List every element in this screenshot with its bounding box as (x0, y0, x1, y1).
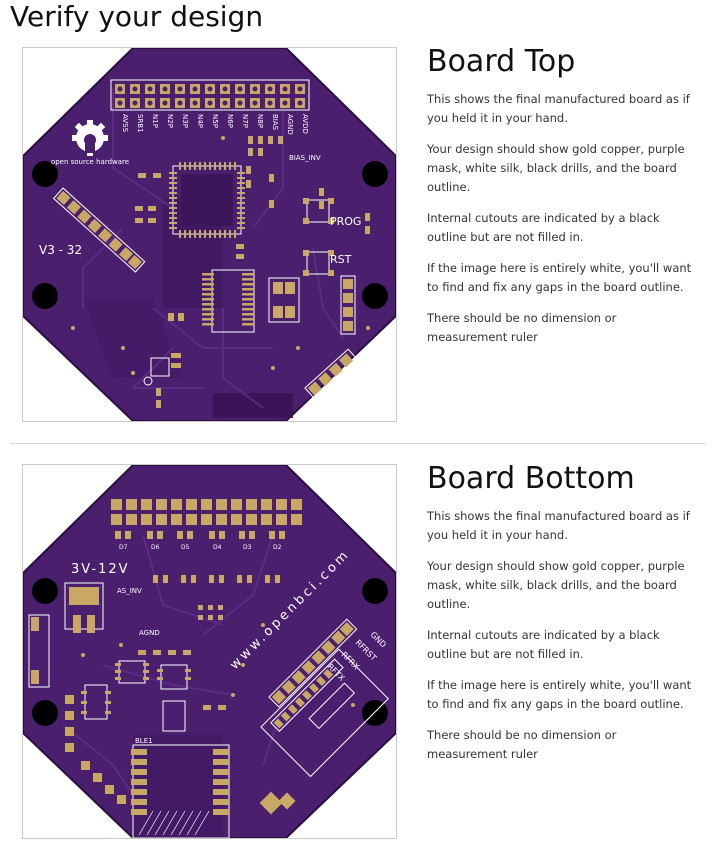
board-bottom-render: D7 D6 D5 D4 D3 D2 3V-12V AS_INV AGND www… (23, 465, 396, 838)
board-top-render: AVSS SRB1 N1P N2P N3P N4P N5P N6P N7P N8… (23, 48, 396, 421)
section-heading: Board Top (427, 44, 576, 79)
ble-label: BLE1 (135, 737, 153, 745)
description-paragraph: Internal cutouts are indicated by a blac… (427, 211, 660, 244)
description-paragraph: Your design should show gold copper, pur… (427, 142, 685, 194)
description-paragraph: There should be no dimension or measurem… (427, 311, 617, 344)
header-label: AGND (286, 114, 294, 135)
diode-label: D3 (243, 544, 252, 551)
section-heading: Board Bottom (427, 461, 635, 496)
header-label: N5P (211, 114, 219, 128)
header-label: AVSS (121, 114, 129, 133)
description-paragraph: If the image here is entirely white, you… (427, 678, 692, 711)
board-top-description: Board Top This shows the final manufactu… (427, 44, 697, 359)
section-divider (10, 443, 706, 444)
description-paragraph: Your design should show gold copper, pur… (427, 559, 685, 611)
header-label: SRB1 (136, 114, 144, 133)
header-label: N7P (241, 114, 249, 128)
diode-label: D6 (151, 544, 160, 551)
bias-inv-label: BIAS_INV (289, 154, 321, 162)
diode-label: D2 (273, 544, 282, 551)
description-paragraph: If the image here is entirely white, you… (427, 261, 692, 294)
header-label: N3P (181, 114, 189, 128)
rst-label: RST (330, 253, 352, 266)
board-top-image: AVSS SRB1 N1P N2P N3P N4P N5P N6P N7P N8… (22, 47, 397, 422)
prog-label: PROG (330, 215, 361, 228)
diode-label: D7 (119, 544, 128, 551)
description-paragraph: This shows the final manufactured board … (427, 92, 690, 125)
header-label: BIAS (271, 114, 279, 131)
page-title: Verify your design (10, 0, 264, 33)
header-label: N1P (151, 114, 159, 128)
oshw-text: open source hardware (51, 158, 129, 166)
description-paragraph: Internal cutouts are indicated by a blac… (427, 628, 660, 661)
header-label: N8P (256, 114, 264, 128)
header-label: N2P (166, 114, 174, 128)
diode-label: D4 (213, 544, 222, 551)
header-label: AVDD (301, 114, 309, 134)
header-label: N6P (226, 114, 234, 128)
diode-label: D5 (181, 544, 190, 551)
voltage-label: 3V-12V (71, 562, 130, 577)
board-bottom-description: Board Bottom This shows the final manufa… (427, 461, 697, 776)
board-bottom-image: D7 D6 D5 D4 D3 D2 3V-12V AS_INV AGND www… (22, 464, 397, 839)
header-label: N4P (196, 114, 204, 128)
description-paragraph: This shows the final manufactured board … (427, 509, 690, 542)
description-paragraph: There should be no dimension or measurem… (427, 728, 617, 761)
as-inv-label: AS_INV (117, 587, 142, 595)
version-label: V3 - 32 (39, 243, 82, 257)
agnd-label: AGND (139, 629, 160, 637)
